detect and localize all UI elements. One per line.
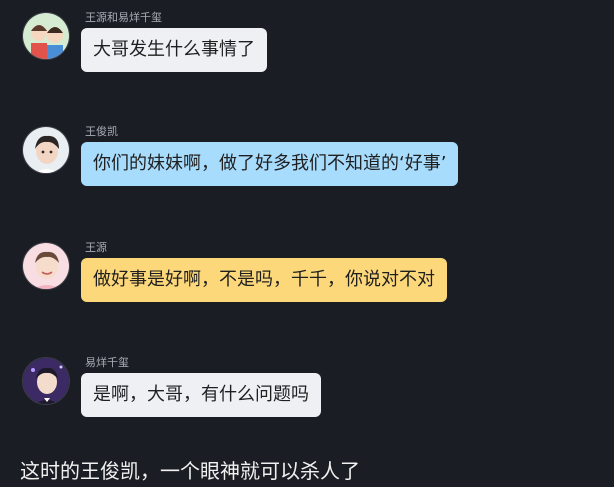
message-bubble[interactable]: 是啊，大哥，有什么问题吗 bbox=[81, 373, 321, 417]
message-bubble[interactable]: 大哥发生什么事情了 bbox=[81, 28, 267, 72]
sender-name: 王源和易烊千玺 bbox=[85, 11, 162, 24]
sender-name: 王源 bbox=[85, 241, 107, 254]
cartoon-duo-avatar-icon[interactable] bbox=[22, 12, 70, 60]
sender-name: 易烊千玺 bbox=[85, 356, 129, 369]
boy-portrait-avatar-icon[interactable] bbox=[22, 126, 70, 174]
message-bubble[interactable]: 做好事是好啊，不是吗，千千，你说对不对 bbox=[81, 258, 447, 302]
sender-name: 王俊凯 bbox=[85, 125, 118, 138]
boy-purple-avatar-icon[interactable] bbox=[22, 357, 70, 405]
caption-text: 这时的王俊凯，一个眼神就可以杀人了 bbox=[20, 459, 360, 483]
chat-screenshot: 王源和易烊千玺 大哥发生什么事情了 王俊凯 你们的妹妹啊，做了好多我们不知道的‘… bbox=[0, 0, 614, 487]
message-bubble[interactable]: 你们的妹妹啊，做了好多我们不知道的‘好事’ bbox=[81, 142, 459, 186]
boy-pink-avatar-icon[interactable] bbox=[22, 242, 70, 290]
